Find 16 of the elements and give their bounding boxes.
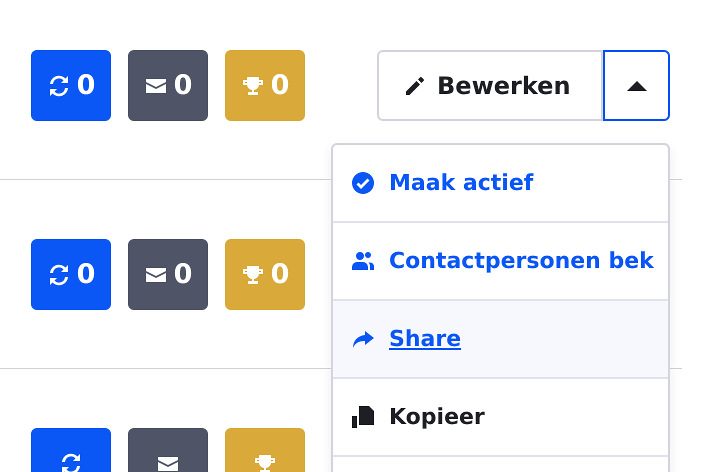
menu-item[interactable]: Share xyxy=(333,301,668,379)
counter-badge: 0 xyxy=(31,50,111,121)
menu-item[interactable]: Maak actief xyxy=(333,145,668,223)
counter-badge: 0 xyxy=(225,50,305,121)
counter-badge: 0 xyxy=(31,239,111,310)
caret-up-icon xyxy=(626,80,646,90)
copy-icon xyxy=(351,405,375,429)
sync-icon xyxy=(59,452,83,472)
users-icon xyxy=(351,249,375,273)
counter-badge: 0 xyxy=(225,239,305,310)
counter-badge: 0 xyxy=(128,239,208,310)
dropdown-toggle[interactable] xyxy=(603,50,670,121)
edit-button[interactable]: Bewerken xyxy=(377,50,603,121)
menu-item[interactable]: Kopieer xyxy=(333,379,668,457)
check-circle-icon xyxy=(351,171,375,195)
counter-badge: 0 xyxy=(128,50,208,121)
